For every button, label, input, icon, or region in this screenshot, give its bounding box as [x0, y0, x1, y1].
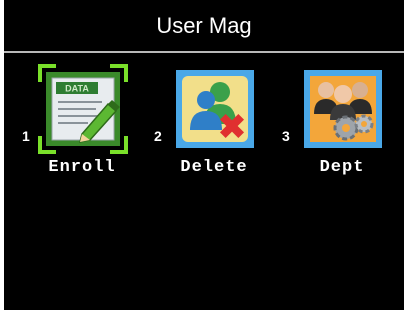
menu-item-label: Dept — [319, 158, 365, 177]
delete-user-icon — [174, 68, 256, 150]
menu-item-number: 2 — [154, 128, 162, 144]
menu-item-delete[interactable]: 2 Delete — [154, 64, 274, 204]
menu-item-dept[interactable]: 3 Dept — [282, 64, 402, 204]
page-title: User Mag — [156, 13, 252, 38]
selection-corner — [110, 64, 128, 82]
data-badge-text: DATA — [65, 84, 89, 94]
menu-item-label: Delete — [180, 158, 248, 177]
enroll-data-pencil-icon: DATA — [38, 64, 128, 154]
menu-item-label: Enroll — [48, 158, 116, 177]
selection-corner — [38, 64, 56, 82]
selection-corner — [110, 136, 128, 154]
title-bar: User Mag — [4, 0, 404, 53]
menu-item-number: 3 — [282, 128, 290, 144]
menu-item-enroll[interactable]: 1 DATA Enroll — [22, 64, 142, 204]
device-screen: User Mag 1 DATA Enroll 2 Delete 3 Dept — [4, 0, 404, 310]
selection-corner — [38, 136, 56, 154]
dept-people-gears-icon — [302, 68, 384, 150]
menu-item-number: 1 — [22, 128, 30, 144]
